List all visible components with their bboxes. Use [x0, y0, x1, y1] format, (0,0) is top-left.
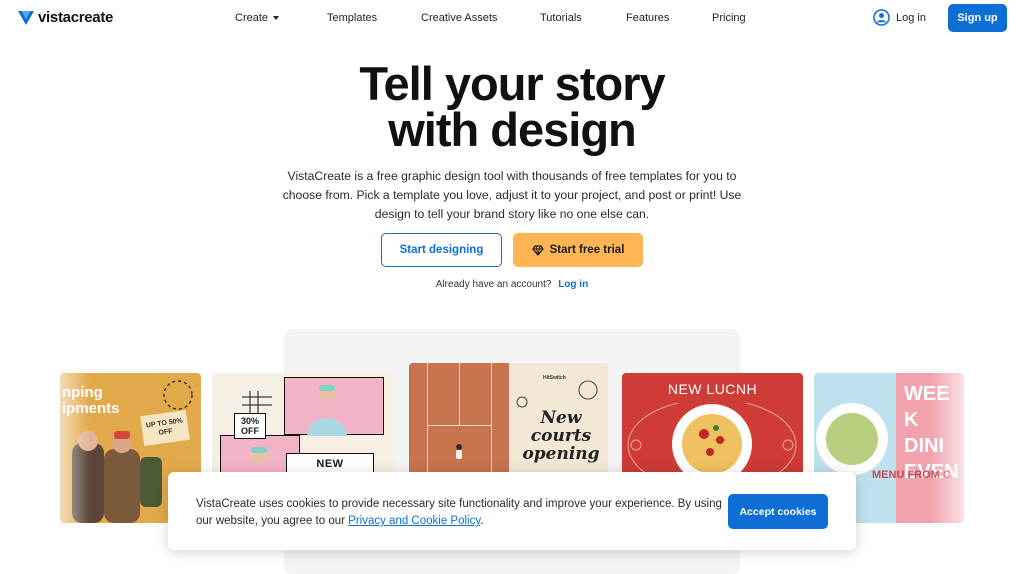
cookie-banner: VistaCreate uses cookies to provide nece…: [168, 472, 856, 550]
hero-login-link[interactable]: Log in: [558, 279, 588, 290]
cookie-message: VistaCreate uses cookies to provide nece…: [196, 496, 736, 530]
page: vistacreate Create Templates Creative As…: [0, 0, 1024, 574]
tennis-player: [456, 444, 462, 459]
card3-dot-decoration: [516, 396, 528, 408]
gallery-fade-right: [930, 360, 980, 530]
card4-title: NEW LUCNH: [667, 381, 758, 397]
start-designing-button[interactable]: Start designing: [381, 233, 502, 267]
main-nav: Create Templates Creative Assets Tutoria…: [0, 12, 1024, 26]
gallery-fade-left: [40, 360, 90, 530]
card2-discount: 30% OFF: [234, 413, 266, 439]
nav-templates[interactable]: Templates: [327, 12, 377, 24]
diamond-icon: [531, 244, 544, 256]
card3-circle-decoration: [578, 380, 598, 400]
hero-subtitle: VistaCreate is a free graphic design too…: [282, 169, 742, 221]
card4-tomatoes: [699, 425, 724, 456]
chevron-down-icon: [273, 16, 280, 20]
card5-salad: [826, 413, 878, 465]
accept-cookies-button[interactable]: Accept cookies: [728, 494, 828, 529]
account-prompt: Already have an account? Log in: [0, 279, 1024, 290]
card4-pasta: [682, 414, 742, 474]
card2-person: [307, 385, 347, 436]
nav-create-label: Create: [235, 12, 269, 24]
court-line: [427, 425, 491, 426]
login-link[interactable]: Log in: [873, 9, 926, 26]
nav-pricing[interactable]: Pricing: [712, 12, 746, 24]
card2-grid-decoration: [242, 391, 272, 415]
user-circle-icon: [873, 9, 890, 26]
signup-button[interactable]: Sign up: [948, 4, 1007, 32]
start-free-trial-button[interactable]: Start free trial: [513, 233, 643, 267]
court-line: [459, 363, 460, 425]
card2-photo-main: [284, 377, 384, 436]
start-free-trial-label: Start free trial: [549, 244, 625, 256]
nav-tutorials[interactable]: Tutorials: [540, 12, 582, 24]
nav-features[interactable]: Features: [626, 12, 669, 24]
login-label: Log in: [896, 11, 926, 24]
account-prompt-text: Already have an account?: [435, 279, 552, 290]
nav-create[interactable]: Create: [235, 12, 280, 24]
card3-brand: HitSwitch: [543, 375, 566, 381]
nav-creative-assets[interactable]: Creative Assets: [421, 12, 497, 24]
cookie-text-end: .: [480, 515, 484, 527]
hero-title-line2: with design: [388, 103, 637, 156]
header: vistacreate Create Templates Creative As…: [0, 0, 1024, 36]
privacy-policy-link[interactable]: Privacy and Cookie Policy: [348, 515, 480, 527]
hero-title: Tell your story with design: [212, 57, 812, 156]
hero-title-line1: Tell your story: [359, 57, 665, 110]
card3-title: New courts opening: [522, 408, 600, 464]
